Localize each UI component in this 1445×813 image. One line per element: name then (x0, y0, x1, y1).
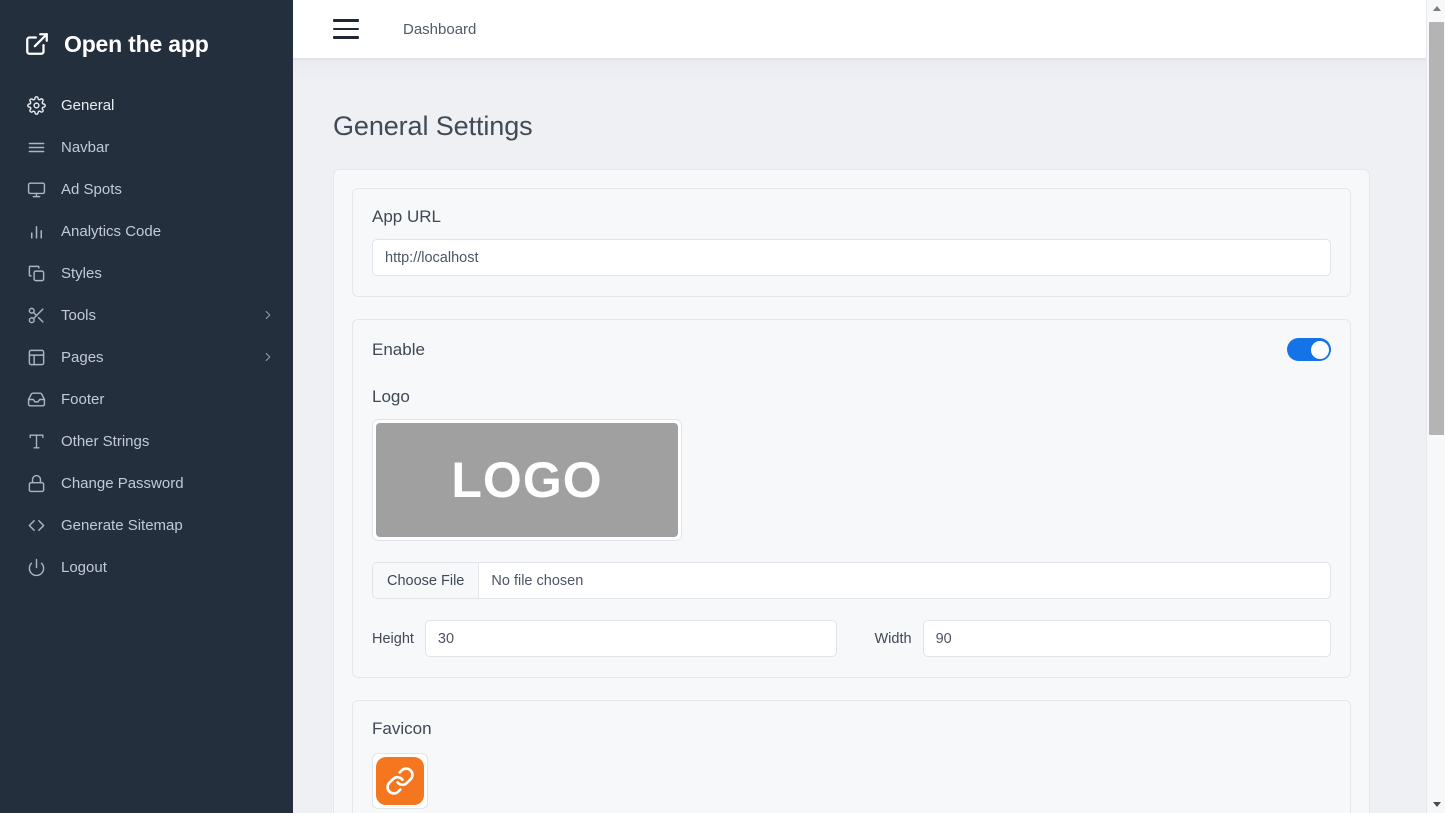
sidebar-item-logout[interactable]: Logout (0, 546, 293, 588)
sidebar-item-label: Pages (61, 348, 104, 366)
main-content: Dashboard General Settings App URL Enabl… (293, 0, 1426, 813)
app-url-panel: App URL (352, 188, 1351, 297)
menu-icon (25, 136, 47, 158)
app-url-label: App URL (372, 207, 441, 226)
sidebar-item-pages[interactable]: Pages (0, 336, 293, 378)
sidebar-item-label: General (61, 96, 115, 114)
page-title: General Settings (333, 111, 533, 141)
logo-label: Logo (372, 387, 410, 406)
copy-icon (25, 262, 47, 284)
sidebar-item-ad-spots[interactable]: Ad Spots (0, 168, 293, 210)
sidebar-item-label: Ad Spots (61, 180, 122, 198)
sidebar-item-label: Generate Sitemap (61, 516, 183, 534)
sidebar-item-other-strings[interactable]: Other Strings (0, 420, 293, 462)
choose-file-button[interactable]: Choose File (373, 563, 480, 598)
sidebar-item-change-password[interactable]: Change Password (0, 462, 293, 504)
scroll-down-arrow-icon[interactable] (1427, 796, 1445, 813)
power-icon (25, 556, 47, 578)
sidebar-item-label: Other Strings (61, 432, 150, 450)
sidebar-item-label: Tools (61, 306, 97, 324)
logo-height-group: Height (372, 620, 837, 657)
sidebar-item-label: Analytics Code (61, 222, 162, 240)
scroll-up-arrow-icon[interactable] (1427, 0, 1445, 17)
app-root: Open the app General Navbar Ad Spots Ana… (0, 0, 1445, 813)
page-scrollbar[interactable] (1426, 0, 1445, 813)
sidebar-item-styles[interactable]: Styles (0, 252, 293, 294)
favicon-panel: Favicon (352, 700, 1351, 813)
sidebar-nav: General Navbar Ad Spots Analytics Code S… (0, 84, 293, 588)
toggle-knob (1310, 340, 1329, 359)
chevron-right-icon (261, 308, 275, 322)
favicon-preview-frame (372, 753, 428, 809)
hamburger-icon[interactable] (333, 19, 359, 39)
logo-preview-frame: LOGO (372, 419, 682, 541)
sidebar-brand-label: Open the app (64, 30, 209, 57)
monitor-icon (25, 178, 47, 200)
scrollbar-thumb[interactable] (1429, 22, 1444, 435)
sidebar-item-label: Navbar (61, 138, 110, 156)
sidebar-item-navbar[interactable]: Navbar (0, 126, 293, 168)
sidebar-item-tools[interactable]: Tools (0, 294, 293, 336)
scissors-icon (25, 304, 47, 326)
enable-toggle[interactable] (1287, 338, 1331, 361)
sidebar-brand-open-the-app[interactable]: Open the app (0, 0, 293, 64)
bar-chart-icon (25, 220, 47, 242)
file-status-text: No file chosen (491, 572, 584, 589)
external-link-icon (24, 31, 50, 57)
sidebar-item-label: Logout (61, 558, 107, 576)
sidebar-item-footer[interactable]: Footer (0, 378, 293, 420)
favicon-label: Favicon (372, 719, 432, 738)
favicon-preview-icon (376, 757, 424, 805)
logo-panel: Enable Logo LOGO Choose File No file cho… (352, 319, 1351, 678)
breadcrumb[interactable]: Dashboard (403, 21, 476, 38)
sidebar-item-general[interactable]: General (0, 84, 293, 126)
width-label: Width (874, 630, 912, 647)
logo-width-group: Width (867, 620, 1331, 657)
type-icon (25, 430, 47, 452)
logo-placeholder-image: LOGO (376, 423, 678, 537)
enable-label: Enable (372, 339, 425, 359)
sidebar-item-generate-sitemap[interactable]: Generate Sitemap (0, 504, 293, 546)
sidebar-item-label: Footer (61, 390, 105, 408)
sidebar-item-analytics-code[interactable]: Analytics Code (0, 210, 293, 252)
gear-icon (25, 94, 47, 116)
logo-height-input[interactable] (424, 620, 837, 657)
sidebar: Open the app General Navbar Ad Spots Ana… (0, 0, 293, 813)
height-label: Height (372, 630, 414, 647)
enable-row: Enable (372, 338, 1331, 361)
inbox-icon (25, 388, 47, 410)
layout-icon (25, 346, 47, 368)
code-icon (25, 514, 47, 536)
chevron-right-icon (261, 350, 275, 364)
sidebar-item-label: Styles (61, 264, 102, 282)
lock-icon (25, 472, 47, 494)
settings-container-card: App URL Enable Logo LOGO (333, 169, 1370, 813)
logo-file-input[interactable]: Choose File No file chosen (372, 562, 1331, 599)
app-url-input[interactable] (372, 239, 1331, 276)
topbar: Dashboard (293, 0, 1426, 58)
logo-width-input[interactable] (922, 620, 1331, 657)
settings-scroll-area: General Settings App URL Enable Logo (293, 58, 1426, 813)
sidebar-item-label: Change Password (61, 474, 184, 492)
logo-dimensions-row: Height Width (372, 620, 1331, 657)
